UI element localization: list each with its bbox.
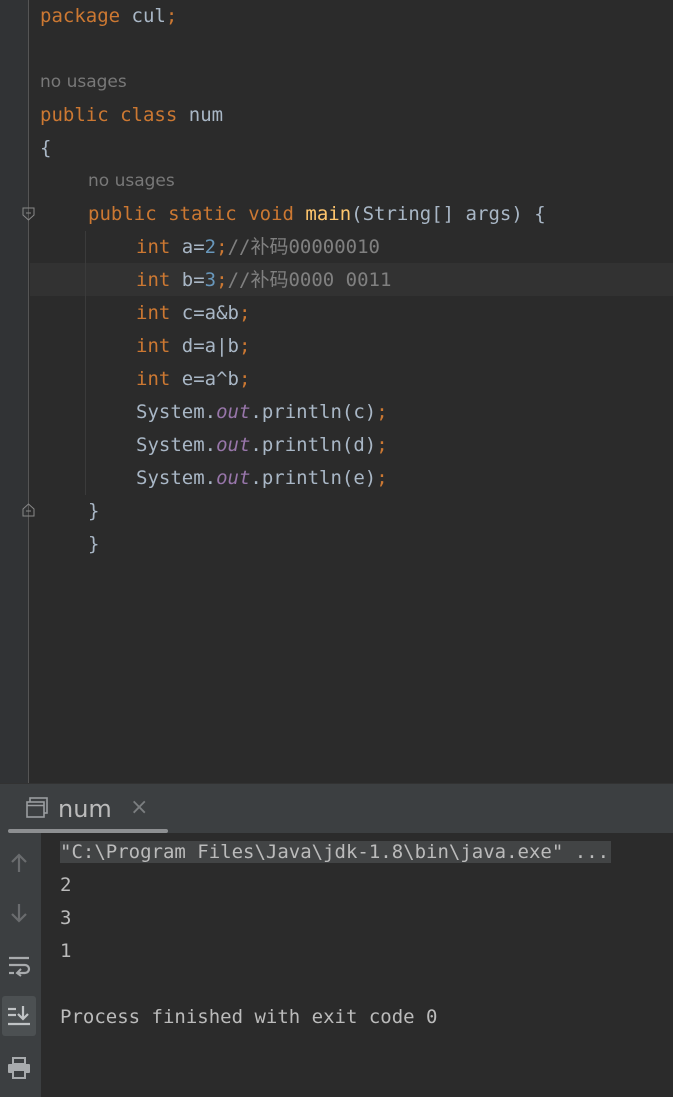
tab-label: num [58, 795, 112, 823]
output-line: 2 [60, 874, 72, 896]
method-call: .println(c) [250, 401, 377, 423]
code-line-int-b[interactable]: int b=3;//补码0000 0011 [136, 264, 391, 297]
fold-collapse-icon[interactable] [22, 207, 35, 221]
keyword: int [136, 368, 171, 390]
number-literal: 2 [204, 236, 217, 258]
code-line-int-e[interactable]: int e=a^b; [136, 363, 250, 396]
keyword: static [168, 203, 237, 225]
brace: { [40, 137, 52, 159]
comment: //补码00000010 [227, 236, 380, 258]
keyword: int [136, 335, 171, 357]
run-tab-bar: num × [0, 783, 673, 833]
code-line-int-c[interactable]: int c=a&b; [136, 297, 250, 330]
code-line-close-method[interactable]: } [88, 495, 99, 528]
keyword: class [120, 104, 178, 126]
indent-guide [85, 231, 86, 495]
close-icon[interactable]: × [130, 796, 148, 820]
keyword: int [136, 236, 171, 258]
code-line-main[interactable]: public static void main(String[] args) { [88, 198, 546, 231]
code-line-println-c[interactable]: System.out.println(c); [136, 396, 388, 429]
method-call: .println(e) [250, 467, 377, 489]
package-name: cul [131, 5, 166, 27]
semicolon: ; [238, 335, 251, 357]
semicolon: ; [376, 401, 388, 423]
code-line-int-d[interactable]: int d=a|b; [136, 330, 250, 363]
brace: } [88, 500, 100, 522]
print-icon[interactable] [0, 1048, 38, 1088]
arrow-down-icon[interactable] [0, 893, 38, 933]
output-line: 1 [60, 940, 72, 962]
semicolon: ; [216, 269, 228, 291]
keyword: public [88, 203, 157, 225]
code-line-class[interactable]: public class num [40, 99, 223, 132]
semicolon: ; [376, 434, 388, 456]
static-field: out [216, 434, 251, 456]
class-name: num [188, 104, 224, 126]
editor-gutter [0, 0, 35, 783]
comment: //补码0000 0011 [227, 269, 392, 291]
fold-end-icon[interactable] [22, 503, 35, 517]
output-line: 3 [60, 907, 72, 929]
code-line-package[interactable]: package cul; [40, 0, 177, 33]
static-field: out [216, 401, 251, 423]
semicolon: ; [376, 467, 388, 489]
declaration: b= [181, 269, 205, 291]
keyword: public [40, 104, 109, 126]
declaration: a= [181, 236, 205, 258]
keyword: int [136, 302, 171, 324]
code-line-println-e[interactable]: System.out.println(e); [136, 462, 388, 495]
keyword: package [40, 5, 121, 27]
semicolon: ; [238, 368, 251, 390]
class-ref: System. [136, 401, 217, 423]
brace: } [88, 533, 100, 555]
number-literal: 3 [204, 269, 217, 291]
semicolon: ; [238, 302, 251, 324]
static-field: out [216, 467, 251, 489]
code-line-int-a[interactable]: int a=2;//补码00000010 [136, 231, 380, 264]
run-tool-window: num × "C:\Program Files\Java\jdk-1.8\bin… [0, 783, 673, 1097]
usages-hint[interactable]: no usages [40, 66, 127, 99]
code-line-open-brace[interactable]: { [40, 132, 51, 165]
expression: c=a&b [181, 302, 239, 324]
keyword: void [248, 203, 294, 225]
class-ref: System. [136, 467, 217, 489]
code-line-println-d[interactable]: System.out.println(d); [136, 429, 388, 462]
scroll-to-end-icon[interactable] [2, 996, 36, 1036]
keyword: int [136, 269, 171, 291]
run-command[interactable]: "C:\Program Files\Java\jdk-1.8\bin\java.… [60, 841, 612, 863]
semicolon: ; [216, 236, 228, 258]
method-params: (String[] args) { [351, 203, 546, 225]
run-side-toolbar [0, 833, 41, 1097]
soft-wrap-icon[interactable] [0, 945, 38, 985]
method-call: .println(d) [250, 434, 377, 456]
console-window-icon [25, 796, 49, 820]
semicolon: ; [165, 5, 178, 27]
exit-message: Process finished with exit code 0 [60, 1006, 438, 1028]
expression: d=a|b [181, 335, 239, 357]
arrow-up-icon[interactable] [0, 843, 38, 883]
expression: e=a^b [181, 368, 239, 390]
run-command-line[interactable]: "C:\Program Files\Java\jdk-1.8\bin\java.… [60, 836, 612, 869]
usages-hint[interactable]: no usages [88, 165, 175, 198]
class-ref: System. [136, 434, 217, 456]
code-line-close-class[interactable]: } [88, 528, 99, 561]
method-name: main [305, 203, 352, 225]
code-editor[interactable]: package cul; no usages public class num … [0, 0, 673, 783]
